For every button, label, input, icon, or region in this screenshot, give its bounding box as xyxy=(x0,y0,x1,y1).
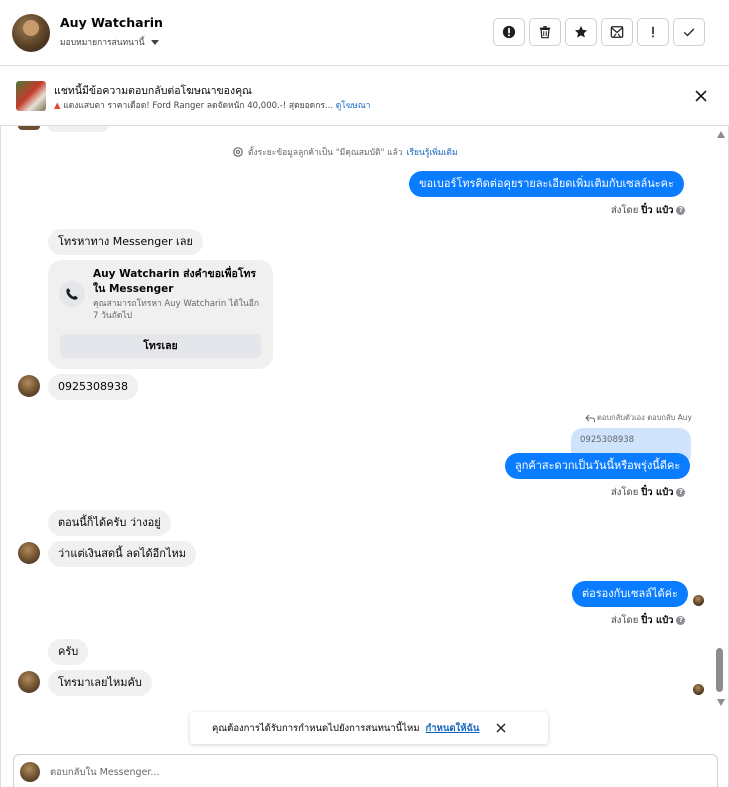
sent-by-label: ส่งโดย ปิ๋ว แป๋ว ? xyxy=(611,203,686,218)
assign-label: มอบหมายการสนทนานี้ xyxy=(60,38,145,48)
ad-notice-subtitle: ▲ แดงแสบตา ราคาเดือด! Ford Ranger ลดจัดห… xyxy=(54,98,370,112)
reply-input[interactable] xyxy=(50,764,650,780)
contact-name[interactable]: Auy Watcharin xyxy=(60,15,163,30)
contact-avatar-small[interactable] xyxy=(18,671,40,693)
message-bubble-outgoing: ลูกค้าสะดวกเป็นวันนี้หรือพรุ่งนี้ดีคะ xyxy=(505,453,691,479)
scroll-thumb[interactable] xyxy=(716,648,723,692)
mark-done-button[interactable] xyxy=(673,18,705,46)
message-bubble-incoming: ครับ xyxy=(48,639,89,665)
seen-avatar xyxy=(693,595,704,606)
learn-more-link[interactable]: เรียนรู้เพิ่มเติม xyxy=(407,145,458,159)
sender-name: ปิ๋ว แป๋ว xyxy=(641,615,674,626)
scroll-up-arrow-icon[interactable] xyxy=(717,131,725,138)
sender-name: ปิ๋ว แป๋ว xyxy=(641,205,674,216)
phone-icon xyxy=(59,281,85,307)
message-bubble-incoming: โทรมาเลยไหมคับ xyxy=(48,670,152,696)
spam-button[interactable] xyxy=(637,18,669,46)
page-avatar xyxy=(20,762,40,782)
message-bubble-outgoing: ต่อรองกับเซลล์ได้ค่ะ xyxy=(572,581,688,607)
help-icon[interactable]: ? xyxy=(676,488,686,497)
view-ad-link[interactable]: ดูโฆษณา xyxy=(336,101,371,111)
message-bubble-incoming: ว่าแต่เงินสดนี้ ลดได้อีกไหม xyxy=(48,541,196,567)
star-icon xyxy=(574,25,588,38)
mark-unread-icon xyxy=(610,26,624,38)
fire-icon: ▲ xyxy=(54,101,61,111)
help-icon[interactable]: ? xyxy=(676,206,686,215)
exclamation-icon xyxy=(652,26,654,38)
sent-by-prefix: ส่งโดย xyxy=(611,205,639,216)
scroll-down-arrow-icon[interactable] xyxy=(717,699,725,706)
assign-dropdown[interactable]: มอบหมายการสนทนานี้ xyxy=(60,35,159,49)
thread-scrollbar[interactable] xyxy=(713,126,727,714)
mark-unread-button[interactable] xyxy=(601,18,633,46)
call-request-description: คุณสามารถโทรหา Auy Watcharin ได้ในอีก 7 … xyxy=(93,299,259,321)
message-bubble-incoming xyxy=(48,126,108,132)
message-bubble-incoming: ตอนนี้ก็ได้ครับ ว่างอยู่ xyxy=(48,510,171,536)
contact-avatar-small[interactable] xyxy=(18,542,40,564)
reply-icon xyxy=(585,414,595,422)
ad-thumbnail[interactable] xyxy=(16,81,46,111)
sender-name: ปิ๋ว แป๋ว xyxy=(641,487,674,498)
message-bubble-incoming: โทรหาทาง Messenger เลย xyxy=(48,229,203,255)
sent-by-label: ส่งโดย ปิ๋ว แป๋ว ? xyxy=(611,485,686,500)
call-now-button[interactable]: โทรเลย xyxy=(60,334,261,358)
help-icon[interactable]: ? xyxy=(676,616,686,625)
seen-avatar xyxy=(693,684,704,695)
chevron-down-icon xyxy=(150,39,159,45)
header-actions xyxy=(493,18,705,46)
delete-button[interactable] xyxy=(529,18,561,46)
close-icon[interactable] xyxy=(495,722,507,734)
message-bubble-outgoing: ขอเบอร์โทรติดต่อคุยรายละเอียดเพิ่มเติมกั… xyxy=(409,171,684,197)
alert-circle-icon xyxy=(502,25,516,39)
system-message-text: ตั้งระยะข้อมูลลูกค้าเป็น "มีคุณสมบัติ" แ… xyxy=(248,148,403,158)
assign-prompt-text: คุณต้องการได้รับการกำหนดไปยังการสนทนานี้… xyxy=(212,722,420,734)
sent-by-label: ส่งโดย ปิ๋ว แป๋ว ? xyxy=(611,613,686,628)
reply-label: ตอบกลับตัวเอง ตอบกลับ Auy xyxy=(597,413,692,422)
assign-prompt: คุณต้องการได้รับการกำหนดไปยังการสนทนานี้… xyxy=(190,712,548,744)
settings-icon xyxy=(233,147,243,157)
call-request-title: Auy Watcharin ส่งคำขอเพื่อโทรใน Messenge… xyxy=(93,268,257,295)
ad-notice-title: แชทนี้มีข้อความตอบกลับต่อโฆษณาของคุณ xyxy=(54,85,252,97)
check-icon xyxy=(683,28,695,37)
trash-icon xyxy=(539,26,551,39)
message-bubble-incoming: 0925308938 xyxy=(48,374,138,400)
sent-by-prefix: ส่งโดย xyxy=(611,487,639,498)
system-message: ตั้งระยะข้อมูลลูกค้าเป็น "มีคุณสมบัติ" แ… xyxy=(232,145,458,159)
sent-by-prefix: ส่งโดย xyxy=(611,615,639,626)
assign-to-me-link[interactable]: กำหนดให้ฉัน xyxy=(426,721,480,736)
star-button[interactable] xyxy=(565,18,597,46)
contact-avatar-small[interactable] xyxy=(18,375,40,397)
reply-header: ตอบกลับตัวเอง ตอบกลับ Auy xyxy=(585,412,692,424)
contact-avatar[interactable] xyxy=(12,14,50,52)
close-icon[interactable] xyxy=(693,88,709,104)
contact-avatar-small xyxy=(18,126,40,130)
alert-button[interactable] xyxy=(493,18,525,46)
ad-description: แดงแสบตา ราคาเดือด! Ford Ranger ลดจัดหนั… xyxy=(63,101,334,111)
